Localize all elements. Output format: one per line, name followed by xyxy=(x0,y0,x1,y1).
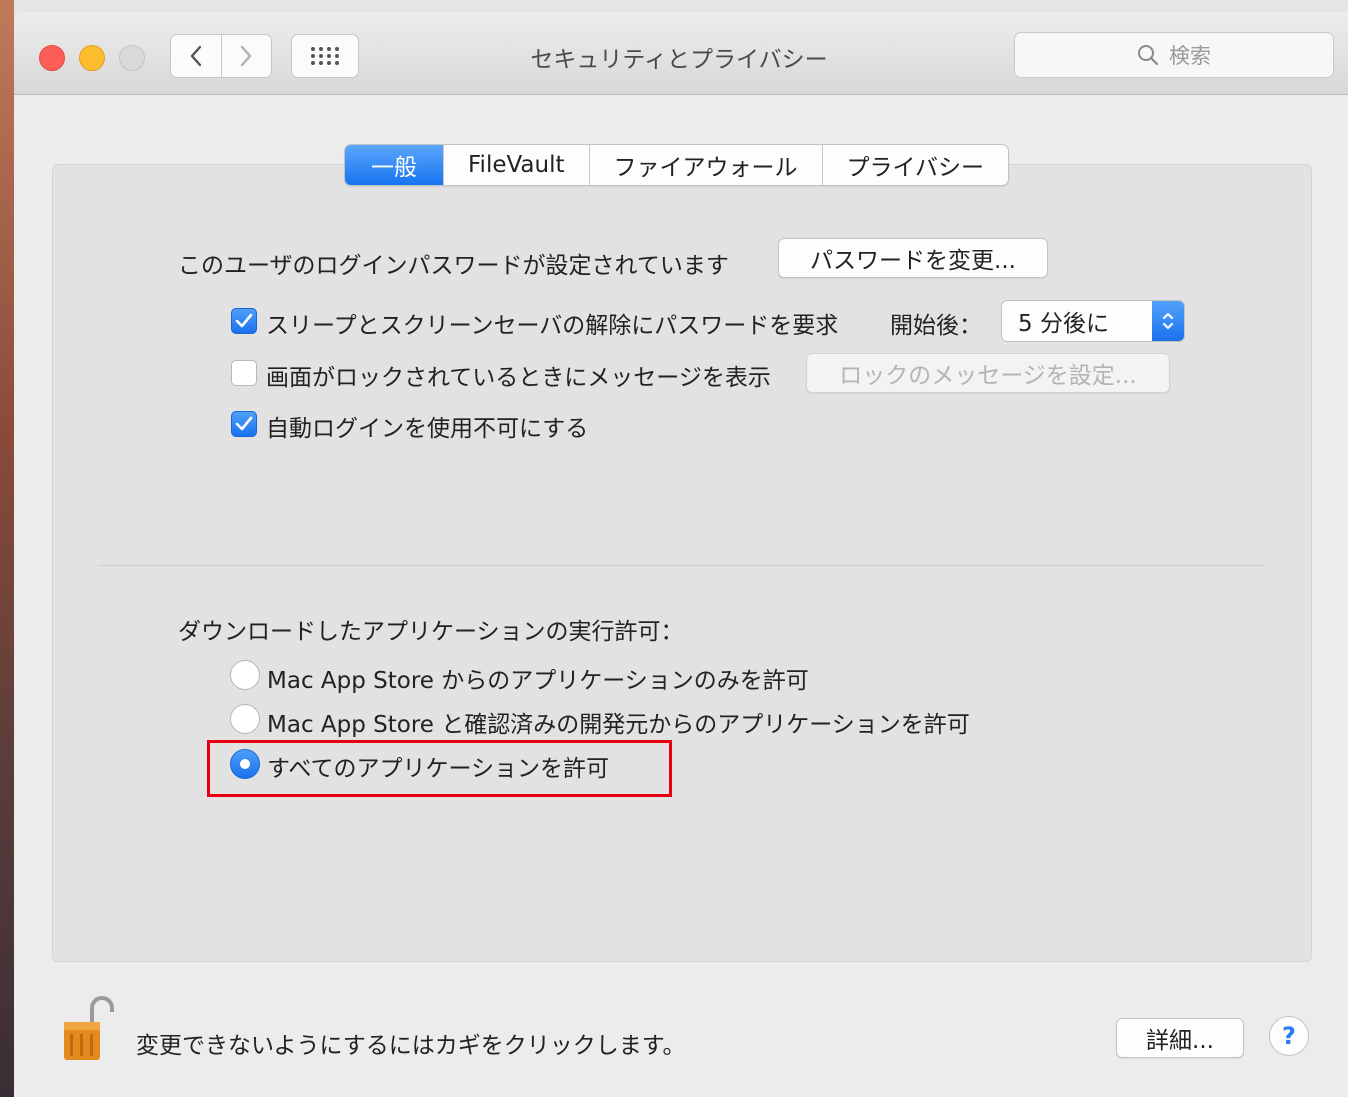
disable-auto-login-label: 自動ログインを使用不可にする xyxy=(266,416,589,442)
show-message-label: 画面がロックされているときにメッセージを表示 xyxy=(266,365,771,391)
search-placeholder: 検索 xyxy=(1169,44,1211,68)
forward-button[interactable] xyxy=(220,35,272,77)
lock-message: 変更できないようにするにはカギをクリックします。 xyxy=(136,1033,686,1059)
updown-arrows-icon xyxy=(1152,301,1184,341)
require-password-checkbox[interactable] xyxy=(231,308,257,334)
radio-app-store-and-identified[interactable] xyxy=(230,704,260,734)
navigation-buttons xyxy=(170,34,272,78)
password-delay-select[interactable]: 5 分後に xyxy=(1001,300,1185,342)
system-preferences-window: セキュリティとプライバシー 検索 一般 FileVault ファイアウォール プ… xyxy=(14,12,1348,1097)
require-password-label: スリープとスクリーンセーバの解除にパスワードを要求 xyxy=(266,313,839,339)
checkmark-icon xyxy=(235,313,253,328)
window-title: セキュリティとプライバシー xyxy=(530,47,828,73)
radio-app-store-only-label: Mac App Store からのアプリケーションのみを許可 xyxy=(267,668,809,694)
advanced-button[interactable]: 詳細... xyxy=(1116,1018,1244,1058)
tab-general[interactable]: 一般 xyxy=(345,145,443,185)
help-button[interactable]: ? xyxy=(1269,1016,1309,1056)
lock-icon[interactable] xyxy=(62,994,114,1064)
password-delay-value: 5 分後に xyxy=(1018,311,1109,337)
checkmark-icon xyxy=(235,416,253,431)
radio-app-store-and-identified-label: Mac App Store と確認済みの開発元からのアプリケーションを許可 xyxy=(267,712,970,738)
section-divider xyxy=(98,565,1264,566)
grid-icon xyxy=(311,47,339,65)
tab-firewall[interactable]: ファイアウォール xyxy=(588,145,822,185)
start-after-label: 開始後： xyxy=(890,313,982,339)
tab-privacy[interactable]: プライバシー xyxy=(821,145,1009,185)
minimize-window-button[interactable] xyxy=(79,45,105,71)
change-password-button[interactable]: パスワードを変更... xyxy=(778,238,1048,278)
title-bar: セキュリティとプライバシー 検索 xyxy=(14,12,1348,95)
back-button[interactable] xyxy=(171,35,221,77)
search-field[interactable]: 検索 xyxy=(1014,32,1334,78)
show-all-button[interactable] xyxy=(291,34,359,78)
downloads-heading: ダウンロードしたアプリケーションの実行許可： xyxy=(178,619,684,645)
close-window-button[interactable] xyxy=(39,45,65,71)
tab-bar: 一般 FileVault ファイアウォール プライバシー xyxy=(344,144,1010,186)
tab-filevault[interactable]: FileVault xyxy=(443,145,589,185)
zoom-window-button[interactable] xyxy=(119,45,145,71)
chevron-left-icon xyxy=(190,45,201,67)
disable-auto-login-checkbox[interactable] xyxy=(231,411,257,437)
tab-content-panel xyxy=(52,164,1312,962)
password-status-label: このユーザのログインパスワードが設定されています xyxy=(178,253,729,279)
show-message-checkbox[interactable] xyxy=(231,360,257,386)
highlight-box xyxy=(207,740,672,797)
set-lock-message-button[interactable]: ロックのメッセージを設定... xyxy=(806,353,1170,393)
desktop-background xyxy=(0,0,14,1097)
radio-app-store-only[interactable] xyxy=(230,660,260,690)
chevron-right-icon xyxy=(241,45,252,67)
search-icon xyxy=(1138,45,1159,66)
